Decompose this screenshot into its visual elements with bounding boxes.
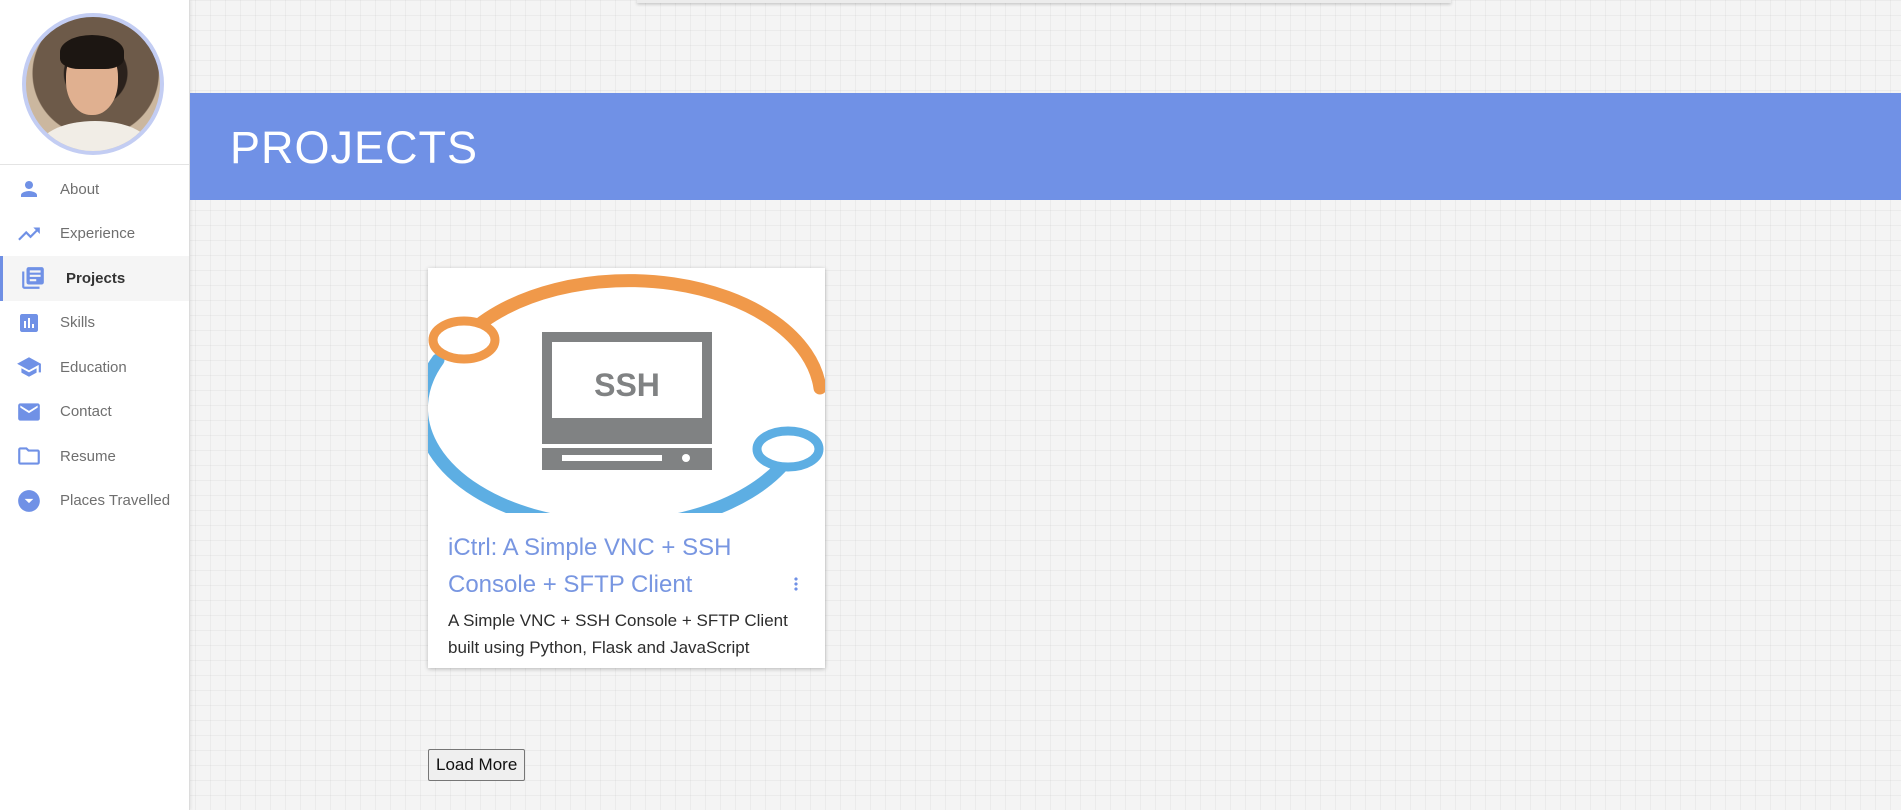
sidebar-item-skills[interactable]: Skills bbox=[0, 301, 189, 346]
sidebar: About Experience Projects Skills Educati… bbox=[0, 0, 190, 810]
sidebar-item-places-travelled[interactable]: Places Travelled bbox=[0, 479, 189, 524]
sidebar-item-education[interactable]: Education bbox=[0, 345, 189, 390]
sidebar-item-about[interactable]: About bbox=[0, 167, 189, 212]
section-banner: PROJECTS bbox=[190, 93, 1901, 200]
sidebar-item-label: Resume bbox=[60, 447, 116, 465]
bar-chart-icon bbox=[16, 310, 42, 336]
sidebar-item-label: Skills bbox=[60, 314, 96, 332]
sidebar-item-label: Contact bbox=[60, 403, 112, 421]
load-more-button[interactable]: Load More bbox=[428, 749, 526, 781]
sidebar-nav: About Experience Projects Skills Educati… bbox=[0, 167, 189, 523]
school-icon bbox=[16, 354, 42, 380]
sidebar-item-label: Projects bbox=[66, 269, 126, 287]
folder-icon bbox=[16, 443, 42, 469]
avatar-hair bbox=[60, 35, 124, 69]
nav-divider bbox=[0, 164, 189, 165]
project-card[interactable]: SSH iCtrl: A Simple VNC + SSH Console + … bbox=[428, 268, 825, 668]
avatar[interactable] bbox=[22, 13, 164, 155]
trending-up-icon bbox=[16, 221, 42, 247]
sidebar-item-contact[interactable]: Contact bbox=[0, 390, 189, 435]
sidebar-item-label: Places Travelled bbox=[60, 492, 171, 510]
arrow-drop-down-circle-icon bbox=[16, 488, 42, 514]
sidebar-item-label: Experience bbox=[60, 225, 136, 243]
sidebar-item-resume[interactable]: Resume bbox=[0, 434, 189, 479]
person-icon bbox=[16, 176, 42, 202]
more-vert-icon[interactable] bbox=[786, 574, 806, 594]
sidebar-item-experience[interactable]: Experience bbox=[0, 212, 189, 257]
library-books-icon bbox=[20, 265, 46, 291]
project-image[interactable]: SSH bbox=[428, 268, 825, 513]
project-description: A Simple VNC + SSH Console + SFTP Client… bbox=[448, 611, 788, 657]
sidebar-item-projects[interactable]: Projects bbox=[0, 256, 189, 301]
avatar-shirt bbox=[40, 121, 150, 151]
previous-section-edge bbox=[637, 0, 1451, 3]
sidebar-item-label: Education bbox=[60, 358, 127, 376]
ssh-text: SSH bbox=[594, 367, 660, 403]
sidebar-item-label: About bbox=[60, 180, 100, 198]
project-title-link[interactable]: iCtrl: A Simple VNC + SSH Console + SFTP… bbox=[448, 529, 768, 603]
page-title: PROJECTS bbox=[230, 122, 479, 173]
mail-icon bbox=[16, 399, 42, 425]
